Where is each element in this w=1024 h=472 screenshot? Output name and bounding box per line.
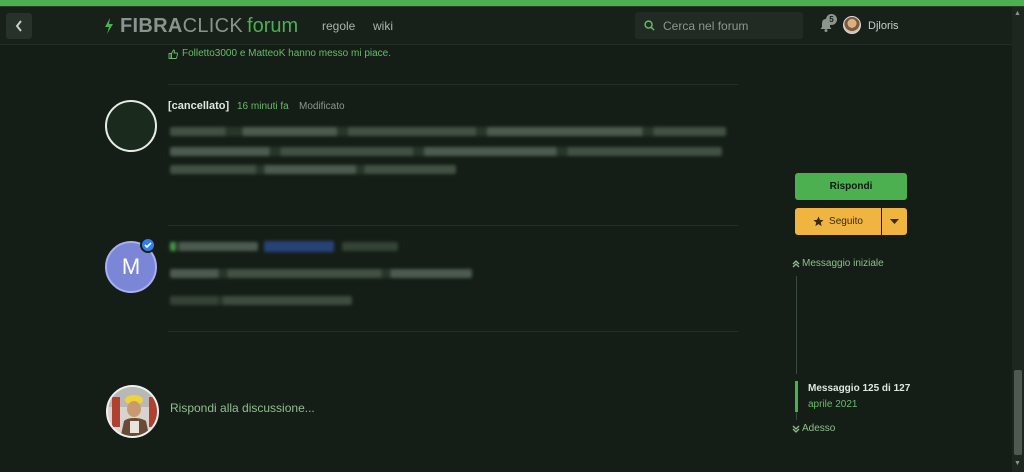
search-icon xyxy=(644,20,655,31)
chevron-left-icon xyxy=(15,20,22,32)
star-icon xyxy=(813,216,824,227)
verified-icon xyxy=(140,237,156,253)
blurred-text-line xyxy=(170,165,456,174)
follow-dropdown-button[interactable] xyxy=(882,208,907,235)
first-message-label: Messaggio iniziale xyxy=(802,258,884,269)
scrubber-first-message[interactable]: Messaggio iniziale xyxy=(792,258,884,269)
follow-button[interactable]: Seguito xyxy=(795,208,881,235)
thumbs-up-icon xyxy=(168,49,178,59)
post-divider xyxy=(168,331,738,332)
nav-link-regole[interactable]: regole xyxy=(322,19,355,33)
scroll-down-arrow[interactable]: ▼ xyxy=(1014,460,1021,467)
blurred-author xyxy=(170,242,258,251)
reply-user-avatar xyxy=(106,385,159,438)
back-button[interactable] xyxy=(6,13,32,39)
logo-click-text: CLICK xyxy=(182,14,244,37)
deleted-user-avatar xyxy=(105,100,157,152)
blurred-badge xyxy=(264,241,334,252)
header: FIBRA CLICK forum regole wiki Cerca nel … xyxy=(0,7,1012,45)
scrubber-now[interactable]: Adesso xyxy=(792,423,835,434)
scrubber-position: Messaggio 125 di 127 xyxy=(808,383,911,394)
scroll-up-arrow[interactable]: ▲ xyxy=(1014,10,1021,17)
double-chevron-down-icon xyxy=(792,425,800,433)
now-label: Adesso xyxy=(802,423,836,434)
post-edited-label[interactable]: Modificato xyxy=(299,101,345,112)
username[interactable]: Djloris xyxy=(868,20,899,32)
reply-button[interactable]: Rispondi xyxy=(795,173,907,200)
user-avatar[interactable] xyxy=(843,16,861,34)
likes-text: Folletto3000 e MatteoK hanno messo mi pi… xyxy=(182,48,392,59)
blurred-text-line xyxy=(170,127,726,136)
scrubber-track-bottom[interactable] xyxy=(796,412,797,420)
logo-forum-text: forum xyxy=(247,14,299,37)
blurred-time xyxy=(342,242,398,251)
user-photo xyxy=(108,387,157,436)
bolt-icon xyxy=(105,18,113,34)
search-input[interactable]: Cerca nel forum xyxy=(635,12,803,39)
logo-fibra-text: FIBRA xyxy=(120,14,183,37)
post-divider xyxy=(168,225,738,226)
scrubber-handle[interactable] xyxy=(795,381,798,412)
blurred-text-line xyxy=(170,269,472,278)
caret-down-icon xyxy=(890,219,899,224)
blurred-text-line xyxy=(170,296,352,305)
search-placeholder: Cerca nel forum xyxy=(663,18,749,33)
site-logo[interactable]: FIBRA CLICK forum xyxy=(104,15,298,37)
scrollbar-thumb[interactable] xyxy=(1014,370,1022,455)
scrubber-track[interactable] xyxy=(796,276,797,374)
post-likes[interactable]: Folletto3000 e MatteoK hanno messo mi pi… xyxy=(168,48,391,59)
post-author: [cancellato] xyxy=(168,100,230,112)
notification-badge: 5 xyxy=(826,14,837,25)
post-divider xyxy=(168,84,738,85)
double-chevron-up-icon xyxy=(792,259,800,267)
follow-label: Seguito xyxy=(829,216,863,227)
nav-link-wiki[interactable]: wiki xyxy=(373,19,393,33)
blurred-text-line xyxy=(170,147,722,156)
scrubber-date: aprile 2021 xyxy=(808,399,858,410)
reply-placeholder[interactable]: Rispondi alla discussione... xyxy=(170,401,315,415)
post-time[interactable]: 16 minuti fa xyxy=(237,101,289,112)
